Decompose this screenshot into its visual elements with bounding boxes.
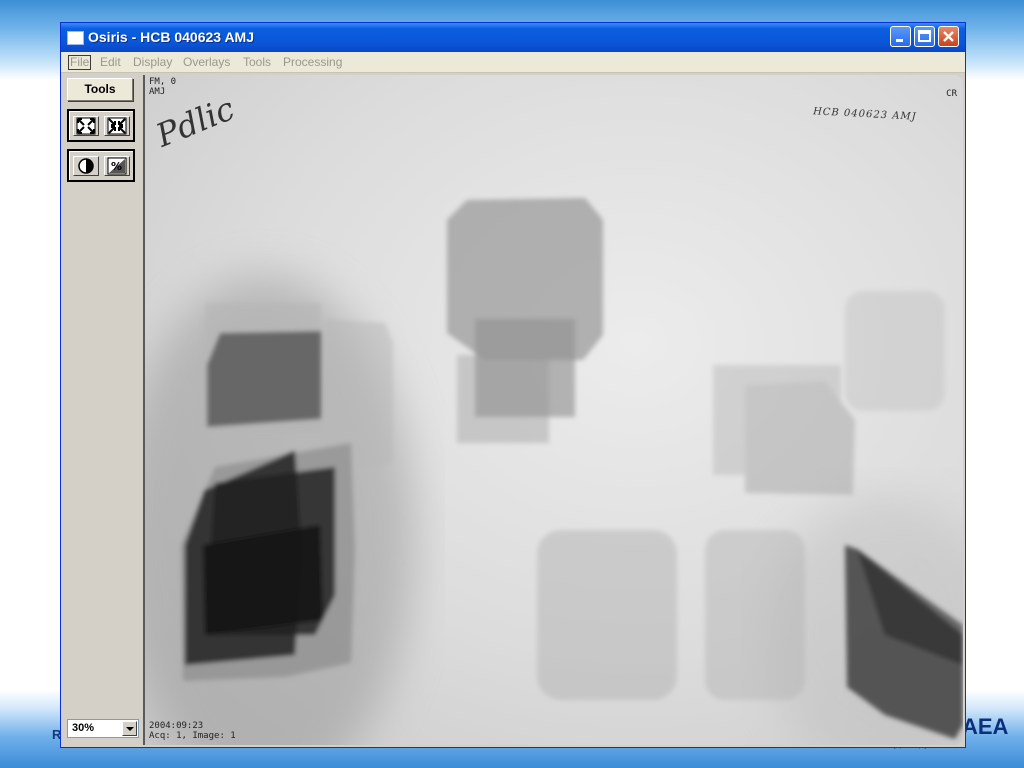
overlay-acquisition-info: 2004:09:23 Acq: 1, Image: 1 [149,721,236,741]
menu-edit[interactable]: Edit [100,55,121,69]
overlay-frame: FM, 0 [149,77,177,87]
zoom-select[interactable]: 30% [67,719,139,738]
slide-logo-text: AEA [962,714,1009,739]
window-level-button[interactable]: % [104,156,130,176]
overlay-date: 2004:09:23 [149,721,204,731]
overlay-operator: AMJ [149,87,166,97]
overlay-modality: CR [946,89,957,99]
menu-tools[interactable]: Tools [243,55,271,69]
close-button[interactable] [938,26,959,47]
close-icon [943,31,954,42]
xray-image-viewport[interactable]: FM, 0 AMJ CR Pdlic HCB 040623 AMJ 2004:0… [143,75,963,745]
svg-text:%: % [111,160,122,173]
contrast-tool-group: % [67,149,135,182]
title-bar[interactable]: Osiris - HCB 040623 AMJ [61,23,965,52]
tools-button[interactable]: Tools [67,78,133,101]
shrink-arrows-icon [107,117,127,135]
minimize-button[interactable] [890,26,911,47]
tool-panel: Tools % 30% [61,73,143,747]
zoom-value: 30% [72,722,95,734]
menu-display[interactable]: Display [133,55,172,69]
expand-arrows-icon [76,117,96,135]
minimize-icon [896,39,903,42]
overlay-frame-label: FM, 0 AMJ [149,77,176,97]
menu-processing[interactable]: Processing [283,55,342,69]
contrast-button[interactable] [73,156,99,176]
window-level-icon: % [107,157,127,175]
osiris-window: Osiris - HCB 040623 AMJ File Edit Displa… [60,22,966,748]
overlay-acq-image: Acq: 1, Image: 1 [149,731,236,741]
app-window-icon [67,31,84,45]
maximize-button[interactable] [914,26,935,47]
chevron-down-icon[interactable] [122,721,137,736]
menu-file[interactable]: File [68,55,92,70]
menu-overlays[interactable]: Overlays [183,55,230,69]
fit-expand-button[interactable] [73,116,99,136]
xray-image [145,198,963,745]
contrast-icon [78,158,94,174]
fit-shrink-button[interactable] [104,116,130,136]
window-title: Osiris - HCB 040623 AMJ [88,29,254,45]
zoom-tool-group [67,109,135,142]
menu-bar: File Edit Display Overlays Tools Process… [61,52,965,73]
maximize-icon [918,30,931,42]
